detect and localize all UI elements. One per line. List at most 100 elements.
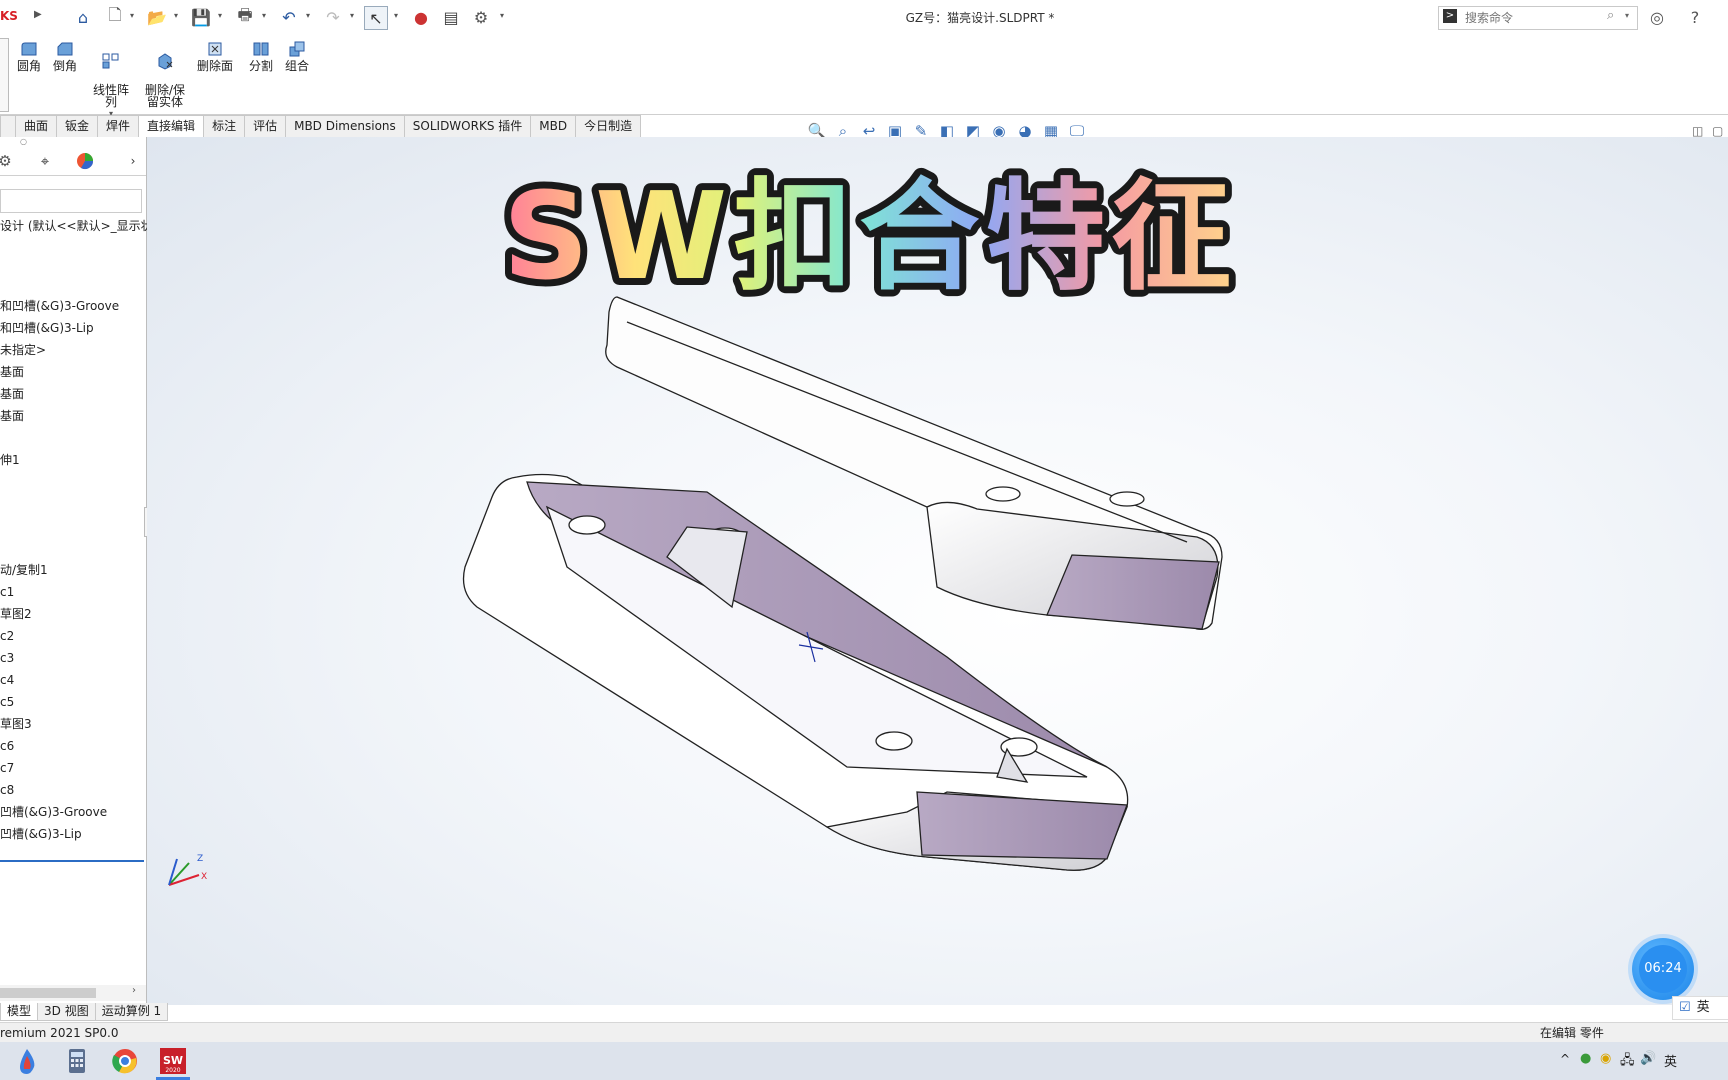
- tab-motion-study[interactable]: 运动算例 1: [94, 1003, 169, 1021]
- combine-button[interactable]: 组合: [282, 40, 312, 72]
- windows-taskbar: SW 2020 ^ ● ◉ 🖧 🔊 英: [0, 1042, 1728, 1080]
- fillet-icon: [21, 42, 37, 56]
- tree-item[interactable]: c8: [0, 781, 14, 799]
- open-folder-icon[interactable]: 📂: [146, 6, 168, 28]
- overlay-title-text: SW扣合特征: [503, 168, 1238, 307]
- tree-item[interactable]: 草图3: [0, 715, 32, 733]
- tab-markup[interactable]: 标注: [203, 115, 246, 137]
- display-manager-icon[interactable]: [72, 150, 98, 172]
- tree-item[interactable]: 基面: [0, 385, 24, 403]
- tree-item[interactable]: 动/复制1: [0, 561, 48, 579]
- tab-surfaces[interactable]: 曲面: [15, 115, 58, 137]
- rollback-bar[interactable]: [0, 860, 144, 862]
- tray-ime-icon[interactable]: 英: [1664, 1051, 1677, 1070]
- svg-text:X: X: [201, 872, 207, 882]
- feature-manager-tabs: ⚙ ⌖ ›: [0, 147, 146, 176]
- tab-3d-view[interactable]: 3D 视图: [37, 1003, 96, 1021]
- search-icon[interactable]: ⌕: [1607, 8, 1614, 23]
- ime-indicator[interactable]: ☑ 英: [1672, 996, 1728, 1020]
- new-dropdown-icon[interactable]: ▾: [130, 12, 137, 20]
- delete-keep-body-button[interactable]: 删除/保 留实体: [142, 40, 188, 108]
- delete-face-button[interactable]: 删除面: [194, 40, 236, 72]
- configuration-manager-icon[interactable]: ⚙: [0, 150, 18, 172]
- search-input[interactable]: [1463, 9, 1597, 27]
- redo-dropdown-icon[interactable]: ▾: [350, 12, 357, 20]
- tab-mbd-dimensions[interactable]: MBD Dimensions: [285, 115, 405, 137]
- tab-sheet-metal[interactable]: 钣金: [56, 115, 99, 137]
- droplet-app-icon[interactable]: [12, 1046, 42, 1076]
- print-dropdown-icon[interactable]: ▾: [262, 12, 269, 20]
- ribbon-flyout-edge[interactable]: [0, 38, 9, 112]
- chamfer-button[interactable]: 倒角: [50, 40, 80, 72]
- tree-item[interactable]: 和凹槽(&G)3-Groove: [0, 297, 119, 315]
- undo-icon[interactable]: ↶: [278, 6, 300, 28]
- panel-grip-icon[interactable]: ○: [20, 137, 27, 146]
- home-icon[interactable]: ⌂: [72, 6, 94, 28]
- tab-mbd[interactable]: MBD: [530, 115, 577, 137]
- tree-item[interactable]: c6: [0, 737, 14, 755]
- tree-horizontal-scrollbar[interactable]: ›: [0, 985, 146, 1001]
- menu-expand-icon[interactable]: ▶: [34, 9, 42, 20]
- recording-timer-badge[interactable]: 06:24: [1632, 938, 1694, 1000]
- new-document-icon[interactable]: 🗋: [104, 5, 126, 28]
- tray-expand-icon[interactable]: ^: [1560, 1052, 1570, 1066]
- search-dropdown-icon[interactable]: ▾: [1625, 11, 1629, 20]
- tab-weldments[interactable]: 焊件: [97, 115, 140, 137]
- tray-wechat-icon[interactable]: ●: [1580, 1051, 1591, 1066]
- dimxpert-manager-icon[interactable]: ⌖: [32, 150, 58, 172]
- split-button[interactable]: 分割: [246, 40, 276, 72]
- tab-model[interactable]: 模型: [0, 1003, 39, 1021]
- ime-edit-icon: ☑: [1679, 1000, 1691, 1015]
- tree-item[interactable]: c2: [0, 627, 14, 645]
- tree-item[interactable]: 草图2: [0, 605, 32, 623]
- tree-item[interactable]: 未指定>: [0, 341, 46, 359]
- rebuild-traffic-light-icon[interactable]: ●: [410, 6, 432, 28]
- chrome-browser-icon[interactable]: [110, 1046, 140, 1076]
- tab-direct-editing[interactable]: 直接编辑: [138, 115, 205, 137]
- calculator-app-icon[interactable]: [62, 1046, 92, 1076]
- scroll-right-icon[interactable]: ›: [132, 985, 136, 996]
- scrollbar-thumb[interactable]: [0, 988, 96, 998]
- panel-more-chevron-icon[interactable]: ›: [120, 150, 146, 172]
- user-account-icon[interactable]: ◎: [1646, 6, 1668, 28]
- tree-item[interactable]: 和凹槽(&G)3-Lip: [0, 319, 94, 337]
- tree-item[interactable]: 基面: [0, 407, 24, 425]
- tree-item[interactable]: c5: [0, 693, 14, 711]
- options-dropdown-icon[interactable]: ▾: [500, 12, 507, 20]
- undo-dropdown-icon[interactable]: ▾: [306, 12, 313, 20]
- tree-root-part[interactable]: 设计 (默认<<默认>_显示状: [0, 217, 153, 235]
- open-dropdown-icon[interactable]: ▾: [174, 12, 181, 20]
- viewport-maximize-icon[interactable]: ▢: [1712, 124, 1723, 138]
- tray-volume-icon[interactable]: 🔊: [1640, 1051, 1656, 1066]
- tree-item[interactable]: c4: [0, 671, 14, 689]
- select-arrow-icon[interactable]: ↖: [364, 6, 388, 30]
- select-dropdown-icon[interactable]: ▾: [394, 12, 401, 20]
- tab-features[interactable]: [0, 115, 16, 137]
- tree-filter-input[interactable]: [0, 189, 142, 213]
- tray-security-icon[interactable]: ◉: [1600, 1051, 1611, 1066]
- fillet-button[interactable]: 圆角: [14, 40, 44, 72]
- search-command-box[interactable]: > ⌕ ▾: [1438, 6, 1638, 30]
- tab-solidworks-addins[interactable]: SOLIDWORKS 插件: [403, 115, 532, 137]
- save-dropdown-icon[interactable]: ▾: [218, 12, 225, 20]
- tray-network-icon[interactable]: 🖧: [1620, 1051, 1635, 1073]
- tree-item[interactable]: c1: [0, 583, 14, 601]
- tab-make-today[interactable]: 今日制造: [575, 115, 642, 137]
- options-gear-icon[interactable]: ⚙: [470, 6, 492, 28]
- solidworks-taskbar-icon[interactable]: SW2020: [158, 1046, 188, 1076]
- redo-icon[interactable]: ↷: [322, 6, 344, 28]
- svg-text:SW: SW: [163, 1054, 183, 1067]
- save-icon[interactable]: 💾: [190, 6, 212, 28]
- tree-item[interactable]: 凹槽(&G)3-Lip: [0, 825, 82, 843]
- chamfer-icon: [57, 42, 73, 56]
- help-icon[interactable]: ?: [1684, 6, 1706, 28]
- tree-item[interactable]: c7: [0, 759, 14, 777]
- viewport-restore-icon[interactable]: ◫: [1692, 124, 1703, 138]
- tab-evaluate[interactable]: 评估: [244, 115, 287, 137]
- tree-item[interactable]: 基面: [0, 363, 24, 381]
- tree-item[interactable]: c3: [0, 649, 14, 667]
- file-properties-icon[interactable]: ▤: [440, 6, 462, 28]
- tree-item[interactable]: 凹槽(&G)3-Groove: [0, 803, 107, 821]
- tree-item[interactable]: 伸1: [0, 451, 20, 469]
- print-icon[interactable]: 🖶: [234, 5, 256, 28]
